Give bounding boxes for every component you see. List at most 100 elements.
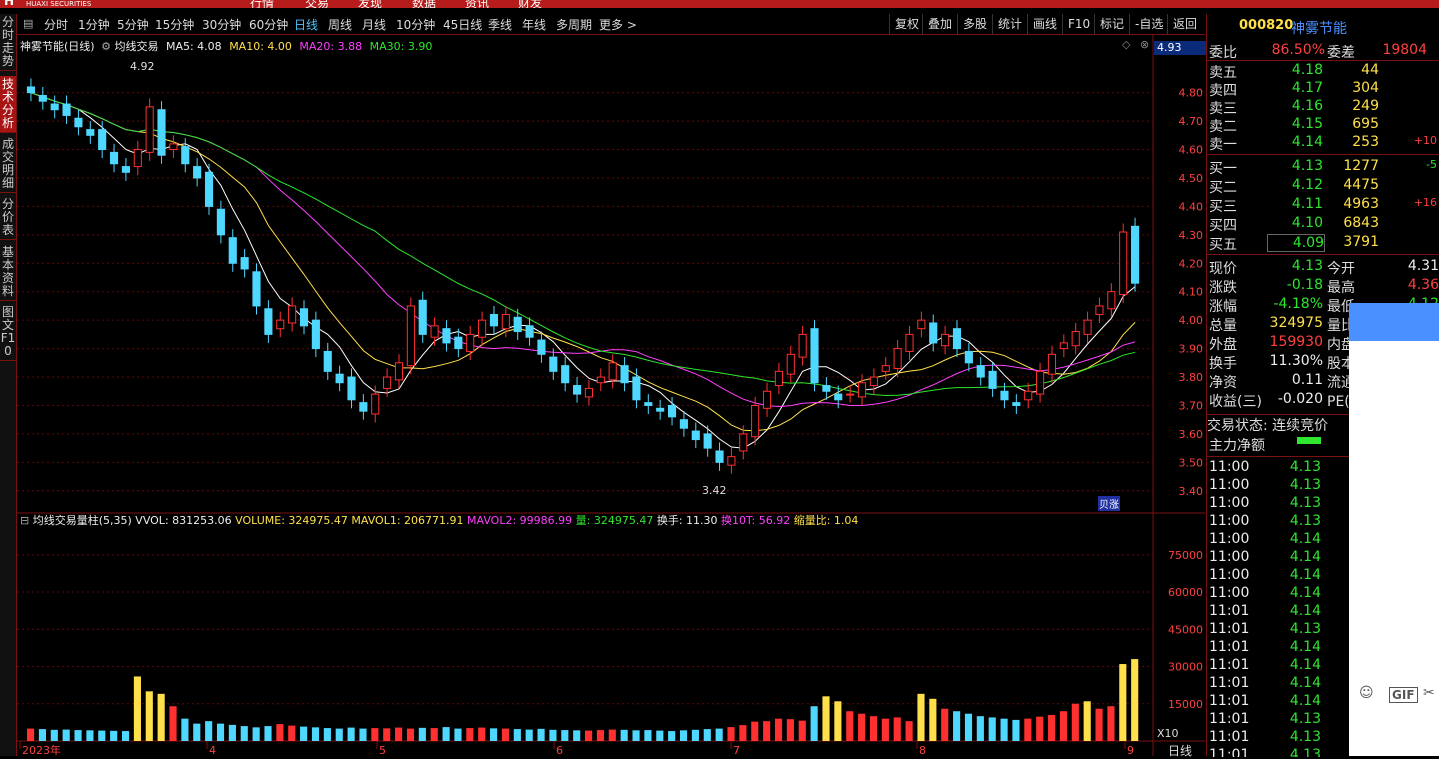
volume-bar — [205, 721, 213, 741]
tab-f10[interactable]: 图文F10 — [0, 304, 16, 361]
candle-body — [893, 348, 902, 369]
period-10min[interactable]: 10分钟 — [396, 16, 435, 33]
volume-bar — [846, 711, 854, 741]
volume-bar — [121, 731, 130, 741]
candle-body — [347, 376, 356, 401]
turnover10t-value: 换10T: 56.92 — [721, 514, 791, 527]
volume-bar — [1000, 718, 1008, 741]
weibi-value: 86.50% — [1271, 42, 1325, 58]
volume-bar — [1119, 664, 1127, 741]
period-multi[interactable]: 多周期 — [556, 16, 592, 33]
period-45day[interactable]: 45日线 — [443, 16, 482, 33]
high-annotation: 4.92 — [130, 60, 155, 73]
stock-title-daily: 神雾节能(日线) — [20, 40, 95, 53]
draw-line-button[interactable]: 画线 — [1027, 14, 1062, 34]
settings-gear-icon[interactable]: ⚙ — [101, 40, 111, 53]
period-60min[interactable]: 60分钟 — [249, 16, 288, 33]
tab-price-table[interactable]: 分价表 — [0, 196, 16, 240]
level-volume: 4475 — [1343, 177, 1379, 193]
tick-price: 4.13 — [1289, 729, 1321, 745]
volume-bar — [668, 731, 676, 741]
candle-body — [751, 404, 760, 438]
mark-button[interactable]: 标记 — [1094, 14, 1129, 34]
candle-body — [383, 376, 392, 389]
candle-body — [762, 390, 772, 409]
volume-bar — [513, 729, 521, 741]
kline-chart[interactable]: 4.80 4.70 4.60 4.50 4.40 4.30 4.20 4.10 4.00 3.90… — [17, 35, 1205, 756]
period-more[interactable]: 更多 > — [599, 16, 637, 33]
period-5min[interactable]: 5分钟 — [117, 16, 149, 33]
candle-body — [691, 430, 700, 441]
level-price: 4.15 — [1291, 116, 1323, 132]
period-quarterly[interactable]: 季线 — [488, 16, 512, 33]
tick-price: 4.13 — [1289, 477, 1321, 493]
chat-overlay-panel[interactable]: ☺ GIF ✂ — [1349, 303, 1439, 756]
period-yearly[interactable]: 年线 — [522, 16, 546, 33]
close-icon[interactable]: ⊗ — [1140, 38, 1149, 51]
candle-body — [632, 376, 641, 401]
low-annotation: 3.42 — [702, 484, 727, 497]
volume-bar — [1036, 716, 1044, 741]
level-label: 买五 — [1209, 237, 1237, 253]
scissors-icon[interactable]: ✂ — [1423, 685, 1435, 701]
volume-bar — [679, 730, 688, 741]
tick-time: 11:01 — [1209, 729, 1250, 745]
period-1min[interactable]: 1分钟 — [78, 16, 110, 33]
candle-body — [74, 117, 83, 128]
volume-bar — [478, 727, 486, 741]
add-watchlist-button[interactable]: -自选 — [1129, 14, 1168, 34]
multi-stock-button[interactable]: 多股 — [957, 14, 992, 34]
period-toolbar: ▤ 分时 1分钟 5分钟 15分钟 30分钟 60分钟 日线 周线 月线 10分… — [17, 14, 1205, 35]
tab-intraday[interactable]: 分时走势 — [0, 14, 16, 71]
level-price: 4.12 — [1291, 177, 1323, 193]
period-15min[interactable]: 15分钟 — [155, 16, 194, 33]
volume-tick-label: 75000 — [1168, 549, 1203, 562]
candle-body — [406, 305, 415, 367]
stat-value-2: 4.31 — [1407, 258, 1439, 274]
period-daily[interactable]: 日线 — [294, 16, 318, 33]
overlay-button[interactable]: 叠加 — [922, 14, 957, 34]
candle-body — [335, 373, 344, 384]
tab-technical-analysis[interactable]: 技术分析 — [0, 76, 16, 133]
volume-bar — [50, 729, 58, 741]
period-intraday[interactable]: 分时 — [44, 16, 68, 33]
collapse-icon[interactable]: ⊟ — [20, 514, 29, 527]
back-button[interactable]: 返回 — [1167, 14, 1202, 34]
candle-body — [50, 103, 59, 111]
gif-icon[interactable]: GIF — [1389, 687, 1418, 703]
stat-value: 324975 — [1269, 315, 1323, 331]
period-weekly[interactable]: 周线 — [328, 16, 352, 33]
price-tick-label: 4.00 — [1179, 314, 1204, 327]
candle-body — [739, 433, 748, 452]
candle-body — [774, 370, 783, 387]
menu-item-data[interactable]: 数据 — [412, 0, 436, 8]
candle-body — [834, 393, 843, 401]
menu-item-quotes[interactable]: 行情 — [250, 0, 274, 8]
level-price: 4.16 — [1291, 98, 1323, 114]
period-30min[interactable]: 30分钟 — [202, 16, 241, 33]
period-monthly[interactable]: 月线 — [362, 16, 386, 33]
candle-body — [952, 328, 962, 350]
menu-item-discover[interactable]: 发现 — [358, 0, 382, 8]
tab-basic-info[interactable]: 基本资料 — [0, 244, 16, 301]
candle-body — [727, 456, 736, 466]
candle-body — [1095, 305, 1104, 315]
candle-body — [1119, 231, 1128, 296]
level-change: +10 — [1413, 134, 1437, 147]
volume-bar — [1048, 714, 1056, 741]
menu-item-trade[interactable]: 交易 — [305, 0, 329, 8]
candle-body — [941, 333, 950, 347]
f10-button[interactable]: F10 — [1062, 14, 1095, 34]
menu-item-news[interactable]: 资讯 — [465, 0, 489, 8]
menu-item-finance[interactable]: 财发 — [518, 0, 542, 8]
toolbar-list-icon[interactable]: ▤ — [23, 17, 33, 30]
level-price: 4.13 — [1291, 158, 1323, 174]
volume-bar — [110, 730, 118, 741]
fuquan-button[interactable]: 复权 — [889, 14, 924, 34]
diamond-icon[interactable]: ◇ — [1122, 38, 1130, 51]
statistics-button[interactable]: 统计 — [992, 14, 1027, 34]
volume-bar — [573, 730, 581, 741]
emoji-icon[interactable]: ☺ — [1359, 685, 1374, 701]
tab-trade-details[interactable]: 成交明细 — [0, 136, 16, 193]
candle-body — [1012, 402, 1021, 406]
